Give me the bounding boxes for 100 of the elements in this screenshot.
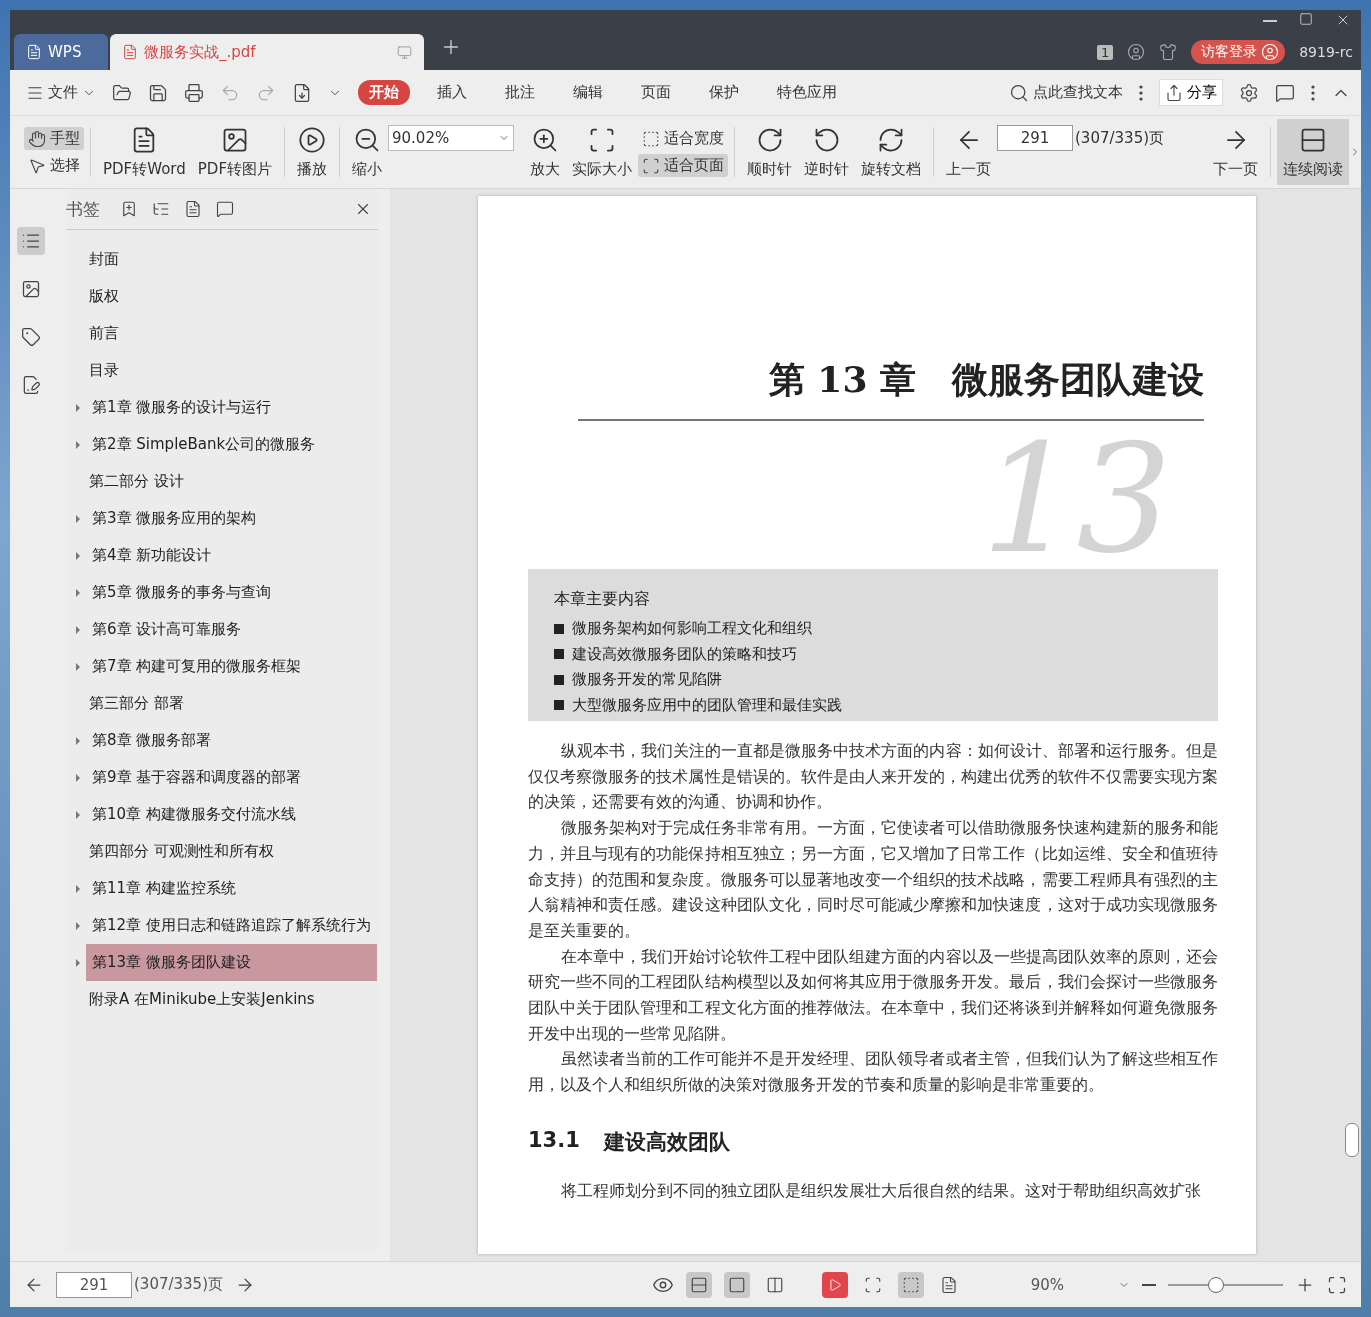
ribbon-tab[interactable]: 批注 [494, 80, 546, 105]
folder-icon [112, 82, 132, 103]
bookmark-item[interactable]: 第4章 新功能设计 [86, 537, 377, 574]
file-menu[interactable]: 文件 [26, 83, 96, 102]
continuous-icon [690, 1275, 708, 1294]
window-count[interactable]: 1 [1096, 44, 1114, 60]
page-count: (307/335)页 [134, 1275, 224, 1294]
chapter-title: 第 13 章 微服务团队建设 [767, 357, 1204, 402]
view-mode-button[interactable] [686, 1271, 712, 1298]
thumbnail-icon [21, 279, 41, 299]
tag-icon [21, 327, 41, 347]
bookmark-item[interactable]: 版权 [86, 278, 377, 315]
view-tool-button[interactable]: 适合宽度 [638, 127, 728, 150]
fit-page-icon [902, 1275, 920, 1294]
login-button[interactable]: 访客登录 [1191, 40, 1286, 64]
bullet-icon [554, 649, 564, 660]
search-text-button[interactable]: 点此查找文本 [1009, 82, 1123, 103]
ribbon-tab[interactable]: 特色应用 [766, 80, 848, 105]
bookmark-item[interactable]: 封面 [86, 241, 377, 278]
bookmark-item[interactable]: 第三部分 部署 [86, 685, 377, 722]
panel-title: 书签 [66, 197, 100, 221]
summary-item: 微服务架构如何影响工程文化和组织 [572, 618, 812, 639]
view-tool-button[interactable]: 选择 [24, 154, 84, 177]
bookmark-item[interactable]: 第1章 微服务的设计与运行 [86, 389, 377, 426]
more-icon[interactable] [1139, 84, 1143, 101]
view-tool-button[interactable]: 手型 [24, 127, 84, 150]
print-icon [184, 82, 204, 103]
paragraph: 在本章中，我们开始讨论软件工程中团队组建方面的内容以及一些提高团队效率的原则，还会研究一些不同的工程团队结构模型以及如何将其应用于微服务开发。最后，我们会探讨一些微服务团队中关于团队管理和工程文化方面的推荐做法。在本章中，我们还将谈到并解释如何避免微服务开发中出现的一些常见陷阱。 [528, 945, 1218, 1045]
more-icon[interactable] [1311, 84, 1315, 101]
bookmark-item[interactable]: 第二部分 设计 [86, 463, 377, 500]
bookmark-item[interactable]: 第11章 构建监控系统 [86, 870, 377, 907]
bullet-icon [554, 700, 564, 711]
toolbar-button[interactable]: PDF转图片 [191, 119, 278, 185]
zoom-field[interactable]: 90.02% [388, 125, 514, 151]
page-field[interactable]: 291 [997, 125, 1073, 151]
bookmark-item[interactable]: 第四部分 可观测性和所有权 [86, 833, 377, 870]
sidebar-tab[interactable] [17, 227, 45, 255]
paragraph: 将工程师划分到不同的独立团队是组织发展壮大后很自然的结果。这对于帮助组织高效扩张 [559, 1179, 1202, 1202]
ribbon-tab[interactable]: 编辑 [562, 80, 614, 105]
toolbar-button[interactable]: 顺时针 [741, 119, 798, 185]
bookmark-item[interactable]: 第7章 构建可复用的微服务框架 [86, 648, 377, 685]
bookmark-item[interactable]: 第9章 基于容器和调度器的部署 [86, 759, 377, 796]
toolbar-button[interactable]: 连续阅读 [1277, 119, 1349, 185]
toolbar-button[interactable]: 放大 [524, 119, 566, 185]
section-title: 建设高效团队 [603, 1128, 730, 1156]
hand-icon [28, 129, 46, 148]
bookmark-item[interactable]: 第10章 构建微服务交付流水线 [86, 796, 377, 833]
summary-item: 大型微服务应用中的团队管理和最佳实践 [572, 694, 842, 716]
bookmark-item[interactable]: 第3章 微服务应用的架构 [86, 500, 377, 537]
bullet-icon [554, 674, 564, 685]
document-tab[interactable]: WPS [14, 34, 108, 70]
view-tool-button[interactable]: 适合页面 [638, 154, 728, 177]
view-mode-button[interactable] [724, 1271, 750, 1298]
play-icon [298, 125, 326, 154]
bookmark-item[interactable]: 第2章 SimpleBank公司的微服务 [86, 426, 377, 463]
ribbon-tab[interactable]: 开始 [358, 80, 410, 105]
ribbon-tab[interactable]: 保护 [698, 80, 750, 105]
save-icon [148, 82, 168, 103]
play-button[interactable] [822, 1271, 848, 1298]
zoom-level[interactable]: 90% [974, 1275, 1064, 1294]
page-field[interactable]: 291 [56, 1271, 132, 1298]
actual-size-icon [864, 1275, 882, 1294]
settings-icon [1239, 82, 1259, 103]
add-bookmark-icon [120, 200, 138, 218]
ribbon-tab[interactable]: 插入 [426, 80, 478, 105]
play-icon [828, 1277, 842, 1292]
two-page-icon [766, 1275, 784, 1294]
toolbar-button[interactable]: 上一页 [940, 119, 997, 185]
user-name: 8919-rc [1299, 44, 1353, 60]
toolbar-button[interactable]: 播放 [291, 119, 333, 185]
ribbon-tab[interactable]: 页面 [630, 80, 682, 105]
bookmark-item[interactable]: 第8章 微服务部署 [86, 722, 377, 759]
search-icon [1009, 82, 1029, 103]
bookmark-item[interactable]: 第5章 微服务的事务与查询 [86, 574, 377, 611]
bookmark-item[interactable]: 前言 [86, 315, 377, 352]
share-button[interactable]: 分享 [1159, 79, 1223, 106]
toolbar-button[interactable]: 旋转文档 [855, 119, 927, 185]
slider-thumb[interactable] [1208, 1276, 1225, 1293]
avatar-icon [1261, 43, 1280, 61]
monitor-icon [397, 44, 412, 60]
bullet-icon [554, 623, 564, 634]
scrollbar-thumb[interactable] [1345, 1123, 1359, 1157]
export-icon [292, 82, 312, 103]
toolbar-button[interactable]: 下一页 [1207, 119, 1264, 185]
toolbar-button[interactable]: 缩小 [346, 119, 388, 185]
fit-mode-button[interactable] [898, 1271, 924, 1298]
bookmark-item[interactable]: 第12章 使用日志和链路追踪了解系统行为 [86, 907, 377, 944]
document-tab[interactable]: 微服务实战_.pdf [110, 34, 424, 70]
bookmark-item[interactable]: 附录A 在Minikube上安装Jenkins [86, 981, 377, 1018]
shirt-icon [1159, 43, 1178, 61]
toolbar-button[interactable]: 逆时针 [798, 119, 855, 185]
pointer-icon [28, 156, 46, 175]
bookmark-item[interactable]: 第6章 设计高可靠服务 [86, 611, 377, 648]
paragraph: 纵观本书，我们关注的一直都是微服务中技术方面的内容：如何设计、部署和运行服务。但是仅仅考察微服务的技术属性是错误的。软件是由人来开发的，构建出优秀的软件不仅需要实现方案的决策，还需要有效的沟通、协调和协作。 [528, 740, 1218, 814]
signature-icon [21, 375, 41, 395]
zoom-out-icon[interactable] [1142, 1283, 1156, 1286]
bookmark-item[interactable]: 目录 [86, 352, 377, 389]
toolbar-button[interactable]: PDF转Word [97, 119, 192, 185]
pdf-icon [122, 44, 138, 60]
toolbar-button[interactable]: 实际大小 [566, 119, 638, 185]
